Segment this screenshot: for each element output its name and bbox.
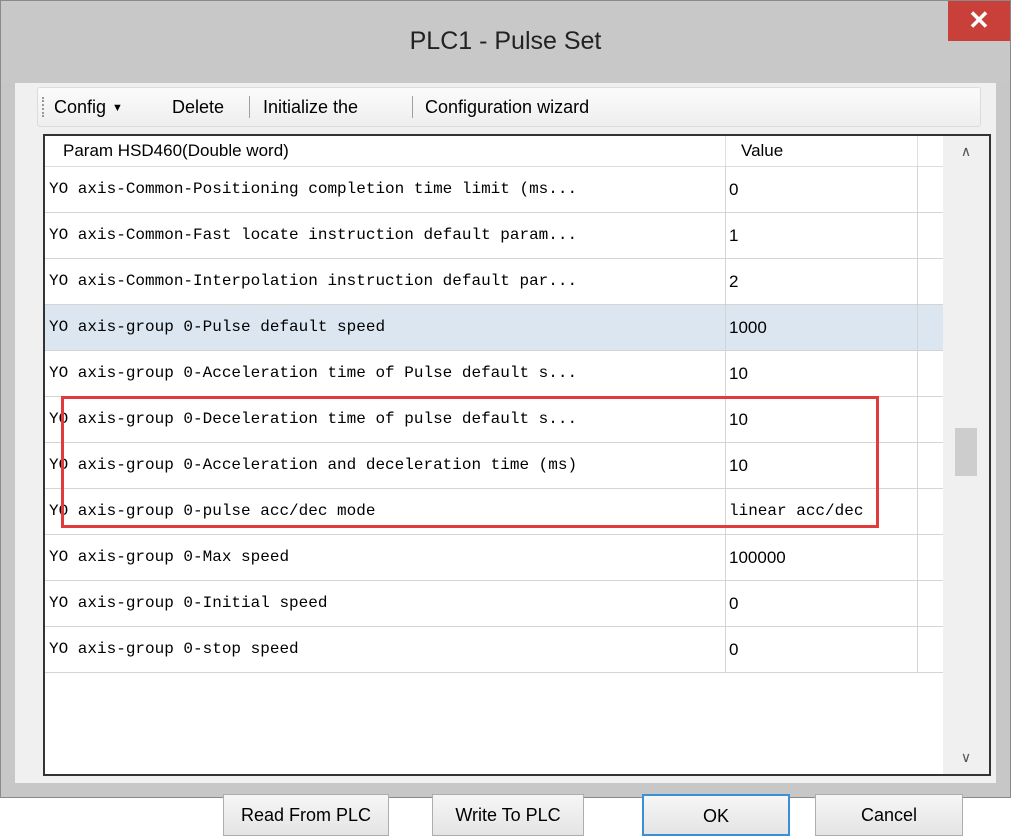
cell-divider [917,397,918,442]
table-row[interactable]: YO axis-group 0-Acceleration and deceler… [45,443,943,489]
ok-button[interactable]: OK [642,794,790,836]
cell-divider [917,627,918,672]
cell-divider [917,535,918,580]
scroll-thumb[interactable] [955,428,977,476]
table-row[interactable]: YO axis-group 0-Initial speed 0 [45,581,943,627]
cell-divider [725,397,726,442]
param-column-header[interactable]: Param HSD460(Double word) [63,136,289,166]
param-value-cell[interactable]: 10 [729,351,748,396]
value-column-header[interactable]: Value [741,136,783,166]
title-bar: PLC1 - Pulse Set ✕ [1,1,1010,83]
close-button[interactable]: ✕ [948,1,1010,41]
param-value-cell[interactable]: linear acc/dec [729,489,863,534]
cell-divider [725,259,726,304]
cell-divider [917,581,918,626]
param-value-cell[interactable]: 1 [729,213,738,258]
toolbar: Config ▼ Delete Initialize the Configurat… [37,87,981,127]
pulse-set-dialog: PLC1 - Pulse Set ✕ Config ▼ Delete Initia… [0,0,1011,836]
table-row[interactable]: YO axis-group 0-Deceleration time of pul… [45,397,943,443]
cancel-button[interactable]: Cancel [815,794,963,836]
param-value-cell[interactable]: 2 [729,259,738,304]
param-name-cell: YO axis-group 0-Pulse default speed [49,318,386,336]
column-divider[interactable] [725,136,726,166]
cell-divider [917,351,918,396]
column-divider[interactable] [917,136,918,166]
config-menu-button[interactable]: Config ▼ [54,88,123,126]
table-row[interactable]: YO axis-Common-Fast locate instruction d… [45,213,943,259]
param-value-cell[interactable]: 1000 [729,305,767,350]
param-value-cell[interactable]: 10 [729,443,748,488]
cell-divider [725,443,726,488]
param-value-cell[interactable]: 0 [729,627,738,672]
toolbar-separator [249,96,250,118]
cell-divider [725,581,726,626]
delete-button[interactable]: Delete [172,88,224,126]
initialize-button[interactable]: Initialize the [263,88,358,126]
param-value-cell[interactable]: 0 [729,581,738,626]
param-name-cell: YO axis-group 0-Max speed [49,548,290,566]
cell-divider [917,259,918,304]
dialog-body: Config ▼ Delete Initialize the Configurat… [15,83,996,836]
read-from-plc-button[interactable]: Read From PLC [223,794,389,836]
cell-divider [917,167,918,212]
param-name-cell: YO axis-Common-Interpolation instruction… [49,272,578,290]
cell-divider [725,305,726,350]
cell-divider [725,213,726,258]
toolbar-separator [412,96,413,118]
cell-divider [917,305,918,350]
table-row[interactable]: YO axis-group 0-pulse acc/dec mode linear… [45,489,943,535]
param-value-cell[interactable]: 0 [729,167,738,212]
param-grid: Param HSD460(Double word) Value YO axis-… [43,134,991,776]
param-name-cell: YO axis-group 0-Acceleration and deceler… [49,456,578,474]
scroll-up-icon[interactable]: ∧ [943,136,989,166]
cell-divider [725,535,726,580]
cell-divider [725,489,726,534]
param-name-cell: YO axis-Common-Positioning completion ti… [49,180,578,198]
param-name-cell: YO axis-group 0-Deceleration time of pul… [49,410,578,428]
cell-divider [917,213,918,258]
grid-header: Param HSD460(Double word) Value [45,136,943,167]
cell-divider [917,489,918,534]
cell-divider [725,627,726,672]
table-row[interactable]: YO axis-group 0-stop speed 0 [45,627,943,673]
write-to-plc-button[interactable]: Write To PLC [432,794,584,836]
param-name-cell: YO axis-Common-Fast locate instruction d… [49,226,578,244]
dropdown-caret-icon: ▼ [112,102,123,115]
scroll-down-icon[interactable]: ∨ [943,742,989,772]
table-row[interactable]: YO axis-Common-Interpolation instruction… [45,259,943,305]
param-name-cell: YO axis-group 0-pulse acc/dec mode [49,502,376,520]
table-row[interactable]: YO axis-Common-Positioning completion ti… [45,167,943,213]
cell-divider [725,167,726,212]
vertical-scrollbar[interactable]: ∧ ∨ [943,136,989,774]
cell-divider [725,351,726,396]
table-row[interactable]: YO axis-group 0-Pulse default speed 1000 [45,305,943,351]
toolbar-grip[interactable] [42,97,47,117]
param-value-cell[interactable]: 10 [729,397,748,442]
cell-divider [917,443,918,488]
table-row[interactable]: YO axis-group 0-Acceleration time of Pul… [45,351,943,397]
config-label: Config [54,97,107,117]
window-title: PLC1 - Pulse Set [409,27,602,55]
param-name-cell: YO axis-group 0-stop speed [49,640,299,658]
param-value-cell[interactable]: 100000 [729,535,786,580]
configuration-wizard-button[interactable]: Configuration wizard [425,88,589,126]
param-name-cell: YO axis-group 0-Initial speed [49,594,328,612]
table-row[interactable]: YO axis-group 0-Max speed 100000 [45,535,943,581]
param-name-cell: YO axis-group 0-Acceleration time of Pul… [49,364,578,382]
